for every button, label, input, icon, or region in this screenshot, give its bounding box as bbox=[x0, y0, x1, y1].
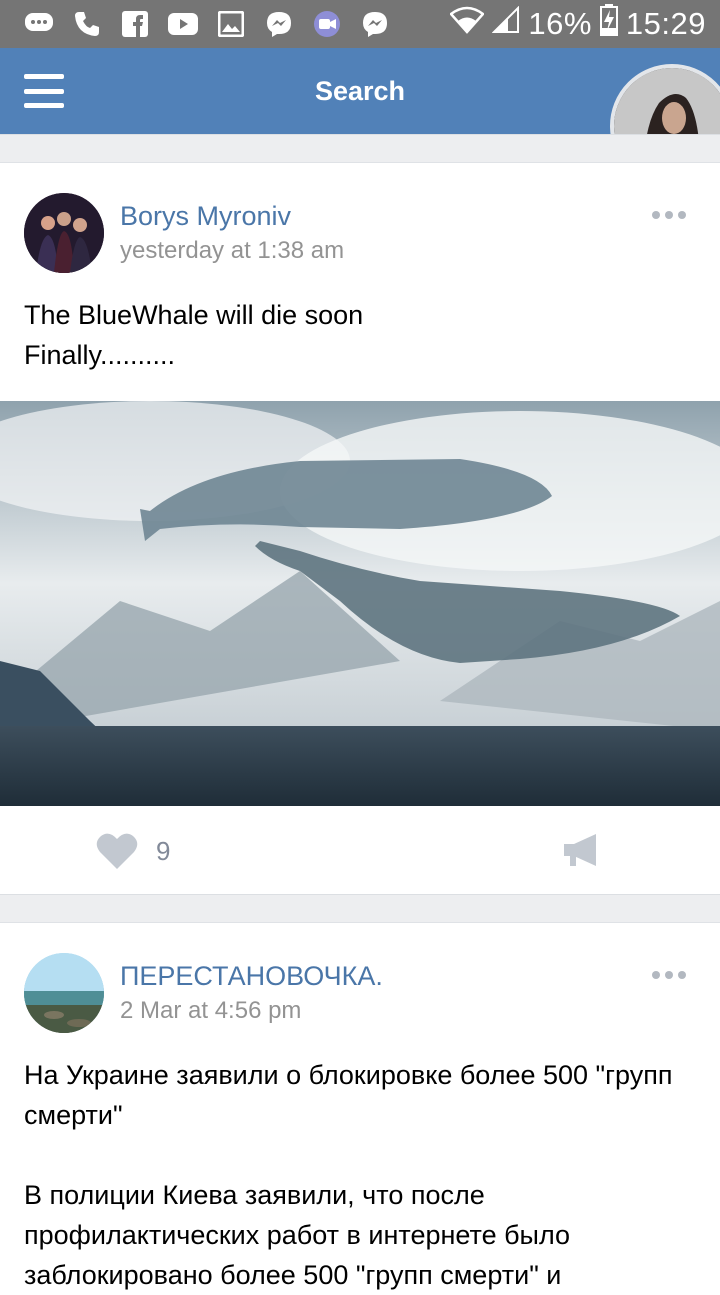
post-card: ПЕРЕСТАНОВОЧКА. 2 Mar at 4:56 pm На Укра… bbox=[0, 922, 720, 1295]
heart-icon bbox=[96, 833, 138, 869]
megaphone-icon bbox=[564, 834, 596, 866]
clock: 15:29 bbox=[625, 6, 706, 41]
post-text: The BlueWhale will die soon Finally.....… bbox=[24, 300, 364, 370]
like-count: 9 bbox=[156, 835, 171, 866]
battery-charging-icon bbox=[599, 4, 618, 44]
menu-button[interactable] bbox=[24, 74, 64, 108]
video-call-icon bbox=[312, 9, 342, 39]
post-author[interactable]: ПЕРЕСТАНОВОЧКА. bbox=[120, 961, 383, 992]
messenger-icon bbox=[360, 9, 390, 39]
gallery-icon bbox=[216, 9, 246, 39]
share-button[interactable] bbox=[562, 832, 606, 872]
author-avatar[interactable] bbox=[24, 953, 104, 1033]
post-text: На Украине заявили о блокировке более 50… bbox=[24, 1060, 673, 1290]
post-time: 2 Mar at 4:56 pm bbox=[120, 997, 302, 1024]
author-avatar[interactable] bbox=[24, 193, 104, 273]
phone-icon bbox=[72, 9, 102, 39]
like-button[interactable]: 9 bbox=[96, 832, 170, 870]
post-actions: 9 bbox=[0, 806, 720, 894]
status-bar: 16% 15:29 bbox=[0, 0, 720, 48]
post-header: Borys Myroniv yesterday at 1:38 am bbox=[0, 163, 720, 273]
post-time: yesterday at 1:38 am bbox=[120, 237, 345, 264]
more-options-icon[interactable] bbox=[652, 971, 686, 981]
post-header: ПЕРЕСТАНОВОЧКА. 2 Mar at 4:56 pm bbox=[0, 923, 720, 1033]
post-image[interactable] bbox=[0, 401, 720, 806]
youtube-icon bbox=[168, 9, 198, 39]
messenger-icon bbox=[264, 9, 294, 39]
post-card: Borys Myroniv yesterday at 1:38 am The B… bbox=[0, 162, 720, 894]
wifi-icon bbox=[449, 6, 486, 42]
feed: Borys Myroniv yesterday at 1:38 am The B… bbox=[0, 134, 720, 1295]
facebook-icon bbox=[120, 9, 150, 39]
feed-gap bbox=[0, 894, 720, 922]
post-author[interactable]: Borys Myroniv bbox=[120, 201, 291, 232]
page-title: Search bbox=[314, 75, 406, 106]
signal-icon bbox=[491, 5, 520, 42]
chat-bubble-icon bbox=[24, 9, 54, 39]
more-options-icon[interactable] bbox=[652, 211, 686, 221]
battery-percent: 16% bbox=[528, 6, 592, 41]
feed-gap bbox=[0, 134, 720, 162]
